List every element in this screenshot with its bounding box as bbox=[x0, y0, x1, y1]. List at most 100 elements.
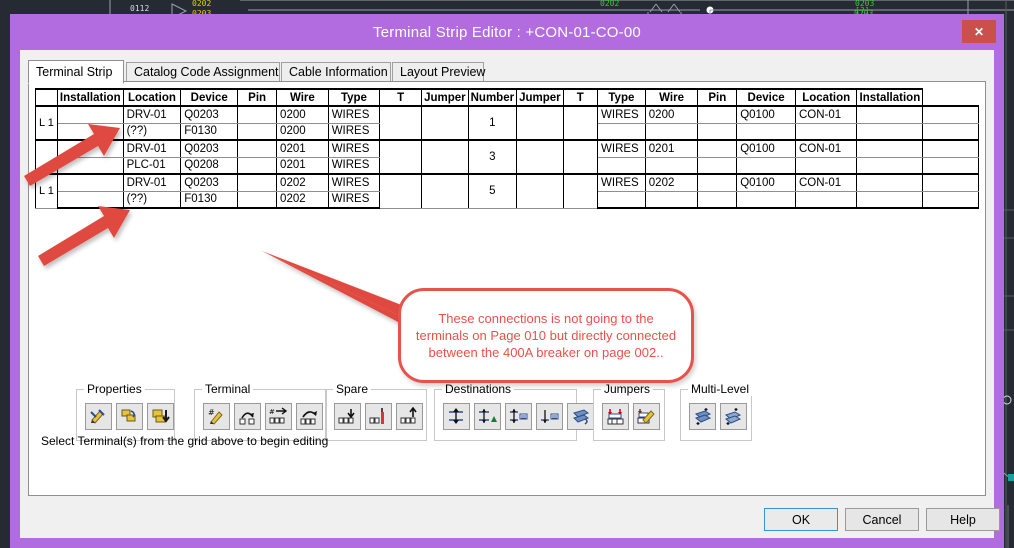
cell-location-left[interactable]: PLC-01 bbox=[122, 156, 182, 175]
cell-installation-left[interactable] bbox=[56, 139, 124, 158]
grid-col-location-right[interactable]: Location bbox=[794, 88, 858, 107]
cell-location-left[interactable]: DRV-01 bbox=[122, 105, 182, 124]
insert-spare-icon[interactable] bbox=[334, 403, 361, 430]
cell-location-left[interactable]: (??) bbox=[122, 122, 182, 141]
cell-installation-right[interactable] bbox=[856, 139, 924, 158]
grid-col-wire-left[interactable]: Wire bbox=[276, 88, 329, 107]
cell-type-left[interactable]: WIRES bbox=[327, 122, 381, 141]
cell-installation-right[interactable] bbox=[856, 105, 924, 124]
cell-t-right[interactable] bbox=[562, 105, 599, 141]
cell-wire-right[interactable]: 0202 bbox=[644, 173, 699, 192]
cell-t-left[interactable] bbox=[379, 173, 423, 209]
cell-type-right[interactable]: WIRES bbox=[597, 173, 646, 192]
move-terminal-group-icon[interactable] bbox=[296, 403, 323, 430]
tab-layout-preview[interactable]: Layout Preview bbox=[392, 62, 485, 82]
cell-device-right[interactable] bbox=[736, 156, 796, 175]
cell-device-right[interactable] bbox=[736, 122, 796, 141]
cell-installation-right[interactable] bbox=[856, 173, 924, 192]
cell-device-left[interactable]: F0130 bbox=[180, 122, 239, 141]
grid-col-jumper-right[interactable]: Jumper bbox=[516, 88, 564, 107]
remove-spare-icon[interactable] bbox=[396, 403, 423, 430]
cell-installation-right[interactable] bbox=[856, 122, 924, 141]
cell-pin-left[interactable] bbox=[237, 156, 278, 175]
cell-installation-right[interactable] bbox=[856, 190, 924, 209]
cell-wire-right[interactable]: 0200 bbox=[644, 105, 699, 124]
cell-pin-left[interactable] bbox=[237, 173, 278, 192]
tab-catalog-code-assignment[interactable]: Catalog Code Assignment bbox=[126, 62, 280, 82]
cell-device-left[interactable]: F0130 bbox=[180, 190, 239, 209]
row-handle[interactable]: L 1 bbox=[35, 173, 58, 209]
table-row[interactable]: L 1 DRV-01 Q0203 0202 WIRES 5 WIRES 0202… bbox=[35, 173, 979, 209]
cell-pin-left[interactable] bbox=[237, 190, 278, 209]
terminal-grid[interactable]: Installation Location Device Pin Wire Ty… bbox=[35, 88, 979, 209]
cell-number[interactable]: 1 bbox=[467, 105, 518, 141]
row-handle[interactable]: L 1 bbox=[35, 105, 58, 141]
cell-type-right[interactable] bbox=[597, 122, 646, 141]
multilevel-add-icon[interactable] bbox=[689, 403, 716, 430]
cell-type-left[interactable]: WIRES bbox=[327, 190, 381, 209]
insert-properties-icon[interactable] bbox=[147, 403, 174, 430]
cell-location-right[interactable]: CON-01 bbox=[794, 173, 858, 192]
cell-location-right[interactable] bbox=[794, 156, 858, 175]
cell-jumper-left[interactable] bbox=[421, 105, 469, 141]
grid-col-pin-left[interactable]: Pin bbox=[237, 88, 278, 107]
cell-number[interactable]: 5 bbox=[467, 173, 518, 209]
grid-col-location-left[interactable]: Location bbox=[122, 88, 182, 107]
cell-pin-left[interactable] bbox=[237, 139, 278, 158]
cell-location-left[interactable]: DRV-01 bbox=[122, 173, 182, 192]
cell-installation-left[interactable] bbox=[56, 105, 124, 124]
destination-move-icon[interactable] bbox=[443, 403, 470, 430]
grid-col-installation-right[interactable]: Installation bbox=[856, 88, 924, 107]
cell-installation-left[interactable] bbox=[56, 122, 124, 141]
cell-t-left[interactable] bbox=[379, 139, 423, 175]
cell-wire-left[interactable]: 0202 bbox=[276, 173, 329, 192]
cell-t-left[interactable] bbox=[379, 105, 423, 141]
cell-installation-right[interactable] bbox=[856, 156, 924, 175]
cell-location-left[interactable]: (??) bbox=[122, 190, 182, 209]
cell-jumper-right[interactable] bbox=[516, 105, 564, 141]
destination-swap-icon[interactable] bbox=[567, 403, 594, 430]
cell-number[interactable]: 3 bbox=[467, 139, 518, 175]
cell-wire-right[interactable]: 0201 bbox=[644, 139, 699, 158]
grid-col-type-right[interactable]: Type bbox=[597, 88, 646, 107]
cell-pin-right[interactable] bbox=[697, 190, 738, 209]
row-handle[interactable] bbox=[35, 139, 58, 175]
cell-type-left[interactable]: WIRES bbox=[327, 105, 381, 124]
table-row[interactable]: DRV-01 Q0203 0201 WIRES 3 WIRES 0201 Q01… bbox=[35, 139, 979, 175]
grid-col-installation-left[interactable]: Installation bbox=[56, 88, 124, 107]
grid-col-t-right[interactable]: T bbox=[562, 88, 599, 107]
grid-col-type-left[interactable]: Type bbox=[327, 88, 381, 107]
cell-pin-right[interactable] bbox=[697, 105, 738, 124]
cell-type-left[interactable]: WIRES bbox=[327, 156, 381, 175]
cell-pin-right[interactable] bbox=[697, 122, 738, 141]
grid-col-rowhandle[interactable] bbox=[35, 88, 58, 107]
cell-jumper-left[interactable] bbox=[421, 173, 469, 209]
grid-col-wire-right[interactable]: Wire bbox=[644, 88, 699, 107]
cell-type-left[interactable]: WIRES bbox=[327, 139, 381, 158]
cell-installation-left[interactable] bbox=[56, 190, 124, 209]
destination-up-icon[interactable] bbox=[474, 403, 501, 430]
grid-col-pin-right[interactable]: Pin bbox=[697, 88, 738, 107]
add-spare-icon[interactable] bbox=[365, 403, 392, 430]
cell-t-right[interactable] bbox=[562, 173, 599, 209]
move-terminal-icon[interactable] bbox=[234, 403, 261, 430]
cell-location-right[interactable]: CON-01 bbox=[794, 105, 858, 124]
cell-pin-right[interactable] bbox=[697, 156, 738, 175]
cell-jumper-right[interactable] bbox=[516, 173, 564, 209]
close-icon[interactable]: ✕ bbox=[962, 20, 996, 43]
table-row[interactable]: L 1 DRV-01 Q0203 0200 WIRES 1 WIRES 0200… bbox=[35, 105, 979, 141]
cell-wire-right[interactable] bbox=[644, 122, 699, 141]
cell-type-left[interactable]: WIRES bbox=[327, 173, 381, 192]
cell-pin-left[interactable] bbox=[237, 122, 278, 141]
cell-device-right[interactable]: Q0100 bbox=[736, 139, 796, 158]
renumber-terminals-icon[interactable]: # bbox=[265, 403, 292, 430]
grid-col-jumper-left[interactable]: Jumper bbox=[421, 88, 469, 107]
cell-installation-left[interactable] bbox=[56, 173, 124, 192]
cell-wire-left[interactable]: 0200 bbox=[276, 105, 329, 124]
copy-properties-icon[interactable] bbox=[116, 403, 143, 430]
cell-device-left[interactable]: Q0203 bbox=[180, 139, 239, 158]
grid-col-number[interactable]: Number bbox=[467, 88, 518, 107]
ok-button[interactable]: OK bbox=[764, 508, 838, 531]
cell-pin-right[interactable] bbox=[697, 139, 738, 158]
add-jumper-icon[interactable] bbox=[602, 403, 629, 430]
